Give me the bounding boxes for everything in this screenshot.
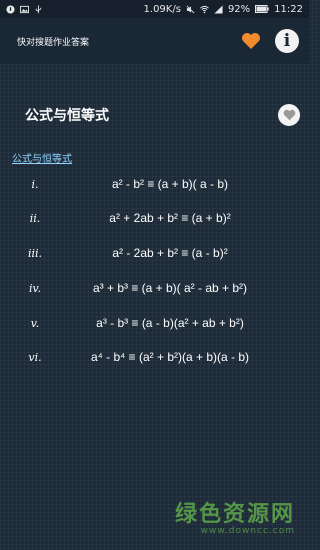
formula-text: a² - 2ab + b² ≡ (a - b)² bbox=[112, 246, 228, 260]
favorite-button[interactable] bbox=[239, 30, 263, 52]
formula-text: a³ - b³ ≡ (a - b)(a² + ab + b²) bbox=[96, 316, 244, 330]
mute-icon bbox=[186, 5, 195, 13]
app-title: 快对搜题作业答案 bbox=[17, 37, 90, 48]
formula-row: ii. a² + 2ab + b² ≡ (a + b)² bbox=[0, 209, 309, 229]
heart-outline-icon bbox=[283, 109, 295, 121]
section-title: 公式与恒等式 bbox=[25, 108, 109, 124]
formula-number: v. bbox=[30, 317, 40, 330]
topic-link[interactable]: 公式与恒等式 bbox=[12, 150, 72, 165]
formula-number: iv. bbox=[29, 282, 41, 295]
clock: 11:22 bbox=[274, 3, 303, 15]
formula-text: a⁴ - b⁴ ≡ (a² + b²)(a + b)(a - b) bbox=[90, 350, 250, 364]
status-right: 1.09K/s 92% 11:22 bbox=[144, 4, 303, 15]
formula-number: i. bbox=[31, 178, 39, 191]
watermark-url: www.downcc.com bbox=[200, 526, 295, 536]
formula-number: iii. bbox=[27, 247, 43, 260]
formula-row: iii. a² - 2ab + b² ≡ (a - b)² bbox=[0, 244, 309, 264]
info-button[interactable]: i bbox=[275, 29, 299, 53]
formula-row: v. a³ - b³ ≡ (a - b)(a² + ab + b²) bbox=[0, 314, 309, 334]
network-speed: 1.09K/s bbox=[143, 3, 181, 15]
watermark: 绿色资源网 www.downcc.com bbox=[175, 496, 295, 536]
formula-text: a² + 2ab + b² ≡ (a + b)² bbox=[109, 211, 231, 225]
notification-icon bbox=[6, 4, 15, 14]
image-icon bbox=[20, 5, 29, 13]
formula-row: vi. a⁴ - b⁴ ≡ (a² + b²)(a + b)(a - b) bbox=[0, 348, 309, 368]
formula-number: vi. bbox=[28, 351, 42, 364]
formula-text: a³ + b³ ≡ (a + b)( a² - ab + b²) bbox=[92, 281, 248, 295]
signal-icon bbox=[214, 4, 223, 14]
heart-icon bbox=[242, 33, 260, 49]
battery-icon bbox=[255, 5, 269, 13]
battery-percent: 92% bbox=[227, 3, 251, 15]
formula-row: i. a² - b² ≡ (a + b)( a - b) bbox=[0, 175, 309, 195]
formula-row: iv. a³ + b³ ≡ (a + b)( a² - ab + b²) bbox=[0, 279, 309, 299]
add-favorite-button[interactable] bbox=[278, 104, 300, 126]
app-bar: 快对搜题作业答案 i bbox=[0, 18, 309, 64]
usb-icon bbox=[35, 4, 42, 13]
status-bar: 1.09K/s 92% 11:22 bbox=[0, 0, 309, 18]
formula-text: a² - b² ≡ (a + b)( a - b) bbox=[111, 177, 229, 191]
info-icon: i bbox=[283, 30, 291, 51]
formula-number: ii. bbox=[29, 212, 41, 225]
wifi-icon bbox=[200, 5, 209, 13]
watermark-text: 绿色资源网 bbox=[174, 502, 295, 527]
status-left-icons bbox=[6, 4, 43, 14]
